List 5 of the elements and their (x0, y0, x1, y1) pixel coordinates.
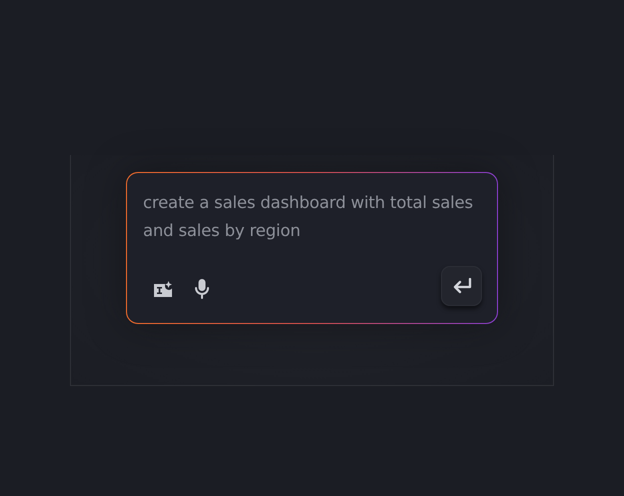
submit-button[interactable] (441, 266, 482, 306)
prompt-field[interactable]: create a sales dashboard with total sales and sales by region (143, 189, 483, 247)
microphone-icon[interactable] (195, 278, 209, 298)
return-arrow-icon (452, 278, 472, 294)
image-sparkle-icon[interactable] (154, 280, 173, 296)
